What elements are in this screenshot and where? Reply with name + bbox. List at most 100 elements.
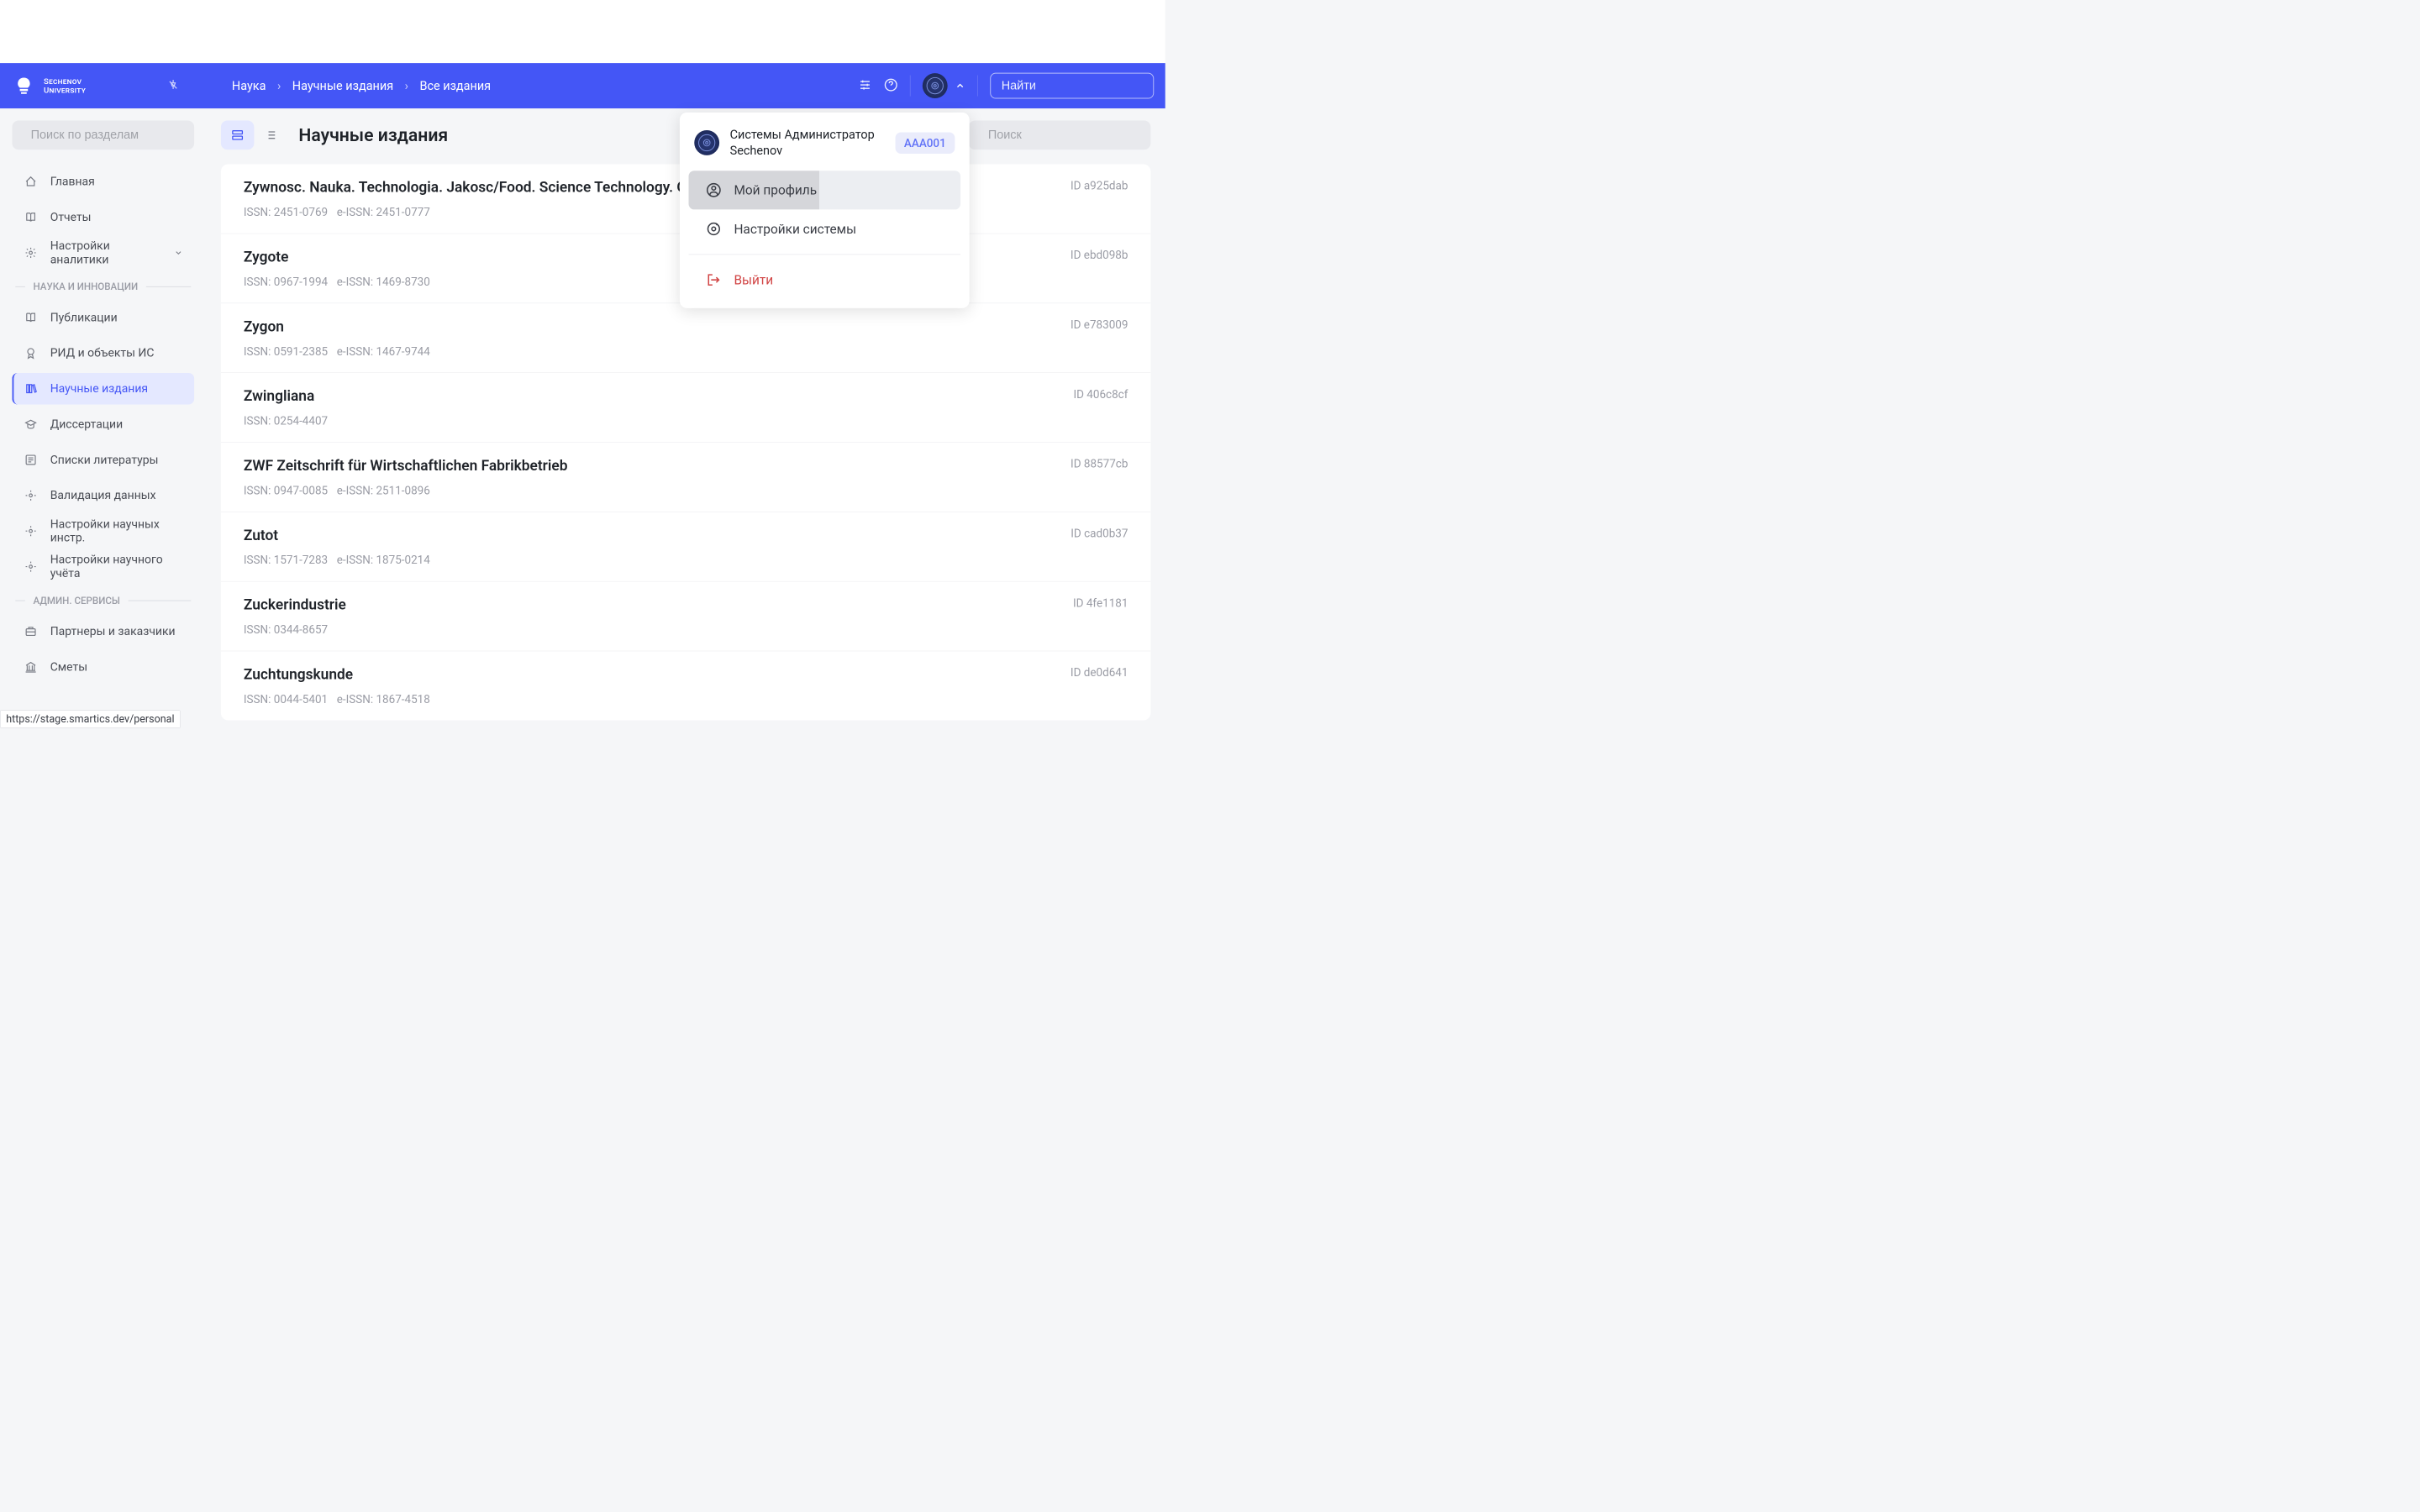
publication-title: Zygon [244,318,1055,334]
publication-item[interactable]: ZuchtungskundeISSN: 0044-5401e-ISSN: 186… [221,651,1150,720]
dropdown-item-profile[interactable]: Мой профиль [689,171,961,209]
chevron-up-icon [955,81,965,92]
dropdown-item-settings[interactable]: Настройки системы [689,209,961,248]
gear-icon [24,559,38,574]
dropdown-user-info: Системы Администратор Sechenov AAA001 [680,121,970,171]
dropdown-item-label: Мой профиль [734,182,817,197]
sidebar-item-label: Настройки научных инстр. [50,517,183,545]
content-search[interactable] [969,120,1151,150]
dropdown-item-logout[interactable]: Выйти [689,260,961,299]
sidebar-item-estimates[interactable]: Сметы [12,651,194,683]
page-title: Научные издания [298,124,448,145]
sidebar-item-lit-lists[interactable]: Списки литературы [12,444,194,476]
publication-title: Zwingliana [244,387,1057,404]
publication-item[interactable]: Zygon ISSN: 0591-2385e-ISSN: 1467-9744 ID … [221,303,1150,373]
sidebar-item-tools-settings[interactable]: Настройки научных инстр. [12,515,194,547]
publication-id: ID de0d641 [1071,666,1128,680]
sidebar-item-label: РИД и объекты ИС [50,346,155,360]
sidebar-item-label: Настройки аналитики [50,239,162,267]
sidebar-item-rid[interactable]: РИД и объекты ИС [12,338,194,370]
sidebar-item-label: Главная [50,175,95,188]
logo-section: SechenovUniversity [11,73,179,98]
sidebar-item-label: Партнеры и заказчики [50,624,176,638]
sidebar-search[interactable] [12,120,194,150]
publication-id: ID 4fe1181 [1073,596,1128,610]
book-icon [24,210,38,224]
publication-issn: ISSN: 1571-7283e-ISSN: 1875-0214 [244,554,1055,567]
sidebar-item-accounting-settings[interactable]: Настройки научного учёта [12,551,194,583]
gear-icon [24,245,38,260]
publication-id: ID 88577cb [1071,457,1128,470]
avatar [694,130,719,155]
sidebar-item-label: Валидация данных [50,489,156,502]
publication-item[interactable]: Zuckerindustrie ISSN: 0344-8657 ID 4fe1181 [221,581,1150,651]
sidebar-item-reports[interactable]: Отчеты [12,202,194,234]
publication-title: Zuchtungskunde [244,666,1055,683]
user-name: Системы Администратор Sechenov [730,127,885,159]
chevron-right-icon: › [277,79,281,93]
publication-issn: ISSN: 0344-8657 [244,623,1057,637]
publication-issn: ISSN: 0254-4407 [244,414,1057,428]
gear-icon [24,488,38,502]
graduation-icon [24,417,38,431]
publication-id: ID cad0b37 [1071,527,1128,540]
publication-title: Zutot [244,527,1055,543]
user-dropdown: Системы Администратор Sechenov AAA001 Мо… [680,113,970,308]
sidebar-search-input[interactable] [31,129,187,142]
sidebar-item-label: Сметы [50,660,87,674]
publication-issn: ISSN: 0591-2385e-ISSN: 1467-9744 [244,344,1055,358]
sidebar-item-label: Отчеты [50,210,92,223]
award-icon [24,346,38,360]
sidebar-item-partners[interactable]: Партнеры и заказчики [12,616,194,648]
breadcrumb-item[interactable]: Наука [232,79,266,93]
sidebar-item-journals[interactable]: Научные издания [12,373,194,405]
sidebar-item-home[interactable]: Главная [12,165,194,197]
sidebar-section-science: НАУКА И ИННОВАЦИИ [12,276,194,297]
breadcrumb-item[interactable]: Научные издания [292,79,393,93]
sidebar-item-label: Научные издания [50,382,148,396]
publication-id: ID e783009 [1071,318,1128,331]
settings-icon [706,221,722,237]
publication-issn: ISSN: 0947-0085e-ISSN: 2511-0896 [244,484,1055,497]
avatar [923,73,948,98]
publication-id: ID ebd098b [1071,249,1128,262]
sidebar-item-publications[interactable]: Публикации [12,302,194,333]
pin-icon[interactable] [167,79,179,92]
settings-sliders-icon[interactable] [858,78,871,93]
global-search-input[interactable] [1002,79,1158,92]
sidebar-item-analytics-settings[interactable]: Настройки аналитики [12,237,194,269]
publication-item[interactable]: Zutot ISSN: 1571-7283e-ISSN: 1875-0214 ID … [221,512,1150,582]
chevron-down-icon [174,248,183,258]
sidebar: Главная Отчеты Настройки аналитики НАУКА… [0,108,207,732]
profile-icon [706,182,722,198]
publication-id: ID a925dab [1071,179,1128,192]
user-menu-trigger[interactable] [923,73,965,98]
publication-item[interactable]: Zwingliana ISSN: 0254-4407 ID 406c8cf [221,373,1150,443]
sidebar-item-label: Публикации [50,311,118,324]
help-icon[interactable] [884,78,897,93]
logout-icon [706,272,722,288]
sidebar-item-label: Диссертации [50,417,123,431]
logo-text: SechenovUniversity [44,76,86,94]
card-view-button[interactable] [221,120,254,150]
sidebar-item-dissertations[interactable]: Диссертации [12,408,194,440]
sidebar-item-label: Настройки научного учёта [50,553,183,580]
content-search-input[interactable] [988,129,1144,142]
app-logo [11,73,36,98]
view-toggle [221,120,287,150]
publication-title: Zuckerindustrie [244,596,1057,613]
publication-id: ID 406c8cf [1073,387,1128,401]
app-header: SechenovUniversity Наука › Научные издан… [0,63,1165,108]
list-view-button[interactable] [254,120,287,150]
briefcase-icon [24,624,38,638]
sidebar-item-label: Списки литературы [50,453,159,466]
breadcrumb-item[interactable]: Все издания [419,79,491,93]
global-search[interactable] [990,73,1154,99]
home-icon [24,175,38,189]
publication-item[interactable]: ZWF Zeitschrift für Wirtschaftlichen Fab… [221,443,1150,512]
breadcrumb: Наука › Научные издания › Все издания [232,79,491,93]
sidebar-item-validation[interactable]: Валидация данных [12,480,194,512]
doc-icon [24,310,38,324]
publication-title: ZWF Zeitschrift für Wirtschaftlichen Fab… [244,457,1055,474]
list-icon [24,453,38,467]
